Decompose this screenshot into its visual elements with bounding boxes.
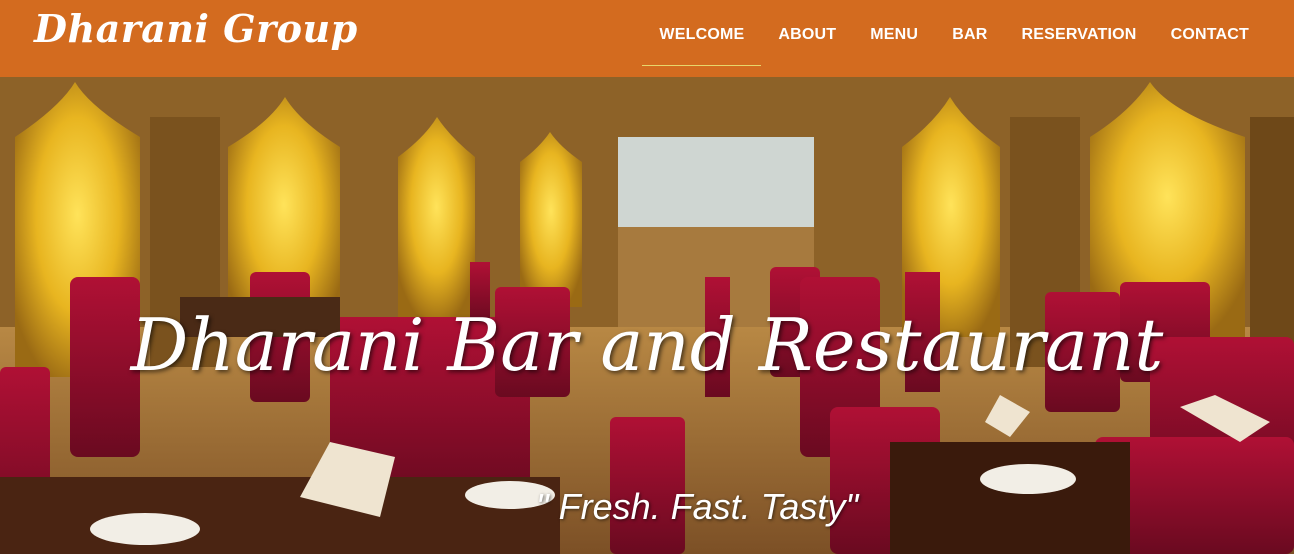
main-nav: WELCOME ABOUT MENU BAR RESERVATION CONTA…	[642, 0, 1266, 77]
nav-reservation[interactable]: RESERVATION	[1004, 0, 1153, 77]
nav-welcome[interactable]: WELCOME	[642, 0, 762, 77]
nav-menu[interactable]: MENU	[853, 0, 935, 77]
hero-title: Dharani Bar and Restaurant	[130, 303, 1164, 387]
hero-banner: Dharani Bar and Restaurant " Fresh. Fast…	[0, 77, 1294, 554]
nav-about[interactable]: ABOUT	[761, 0, 853, 77]
top-navbar: Dharani Group WELCOME ABOUT MENU BAR RES…	[0, 0, 1294, 77]
hero-tagline: " Fresh. Fast. Tasty"	[535, 486, 859, 527]
brand-logo[interactable]: Dharani Group	[34, 6, 358, 51]
nav-bar[interactable]: BAR	[935, 0, 1004, 77]
nav-contact[interactable]: CONTACT	[1154, 0, 1266, 77]
